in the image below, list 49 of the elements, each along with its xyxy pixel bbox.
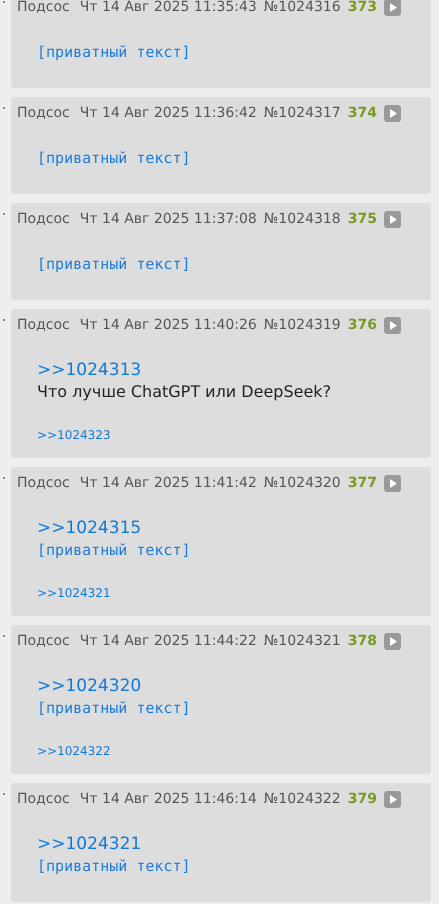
post-author: Подсос	[17, 474, 70, 492]
post-author: Подсос	[17, 210, 70, 228]
play-icon[interactable]	[384, 790, 401, 808]
play-icon[interactable]	[384, 474, 401, 492]
post-author: Подсос	[17, 0, 70, 16]
private-text: [приватный текст]	[37, 540, 191, 561]
post-number[interactable]: №1024319	[264, 314, 341, 336]
private-text: [приватный текст]	[37, 42, 191, 63]
private-text: [приватный текст]	[37, 698, 191, 719]
post-index: 376	[348, 316, 377, 334]
post-date: Чт 14 Авг 2025 11:44:22	[80, 632, 257, 650]
post-index: 375	[348, 210, 377, 228]
post-date: Чт 14 Авг 2025 11:35:43	[80, 0, 257, 16]
post-number[interactable]: №1024316	[264, 0, 341, 18]
reply-link[interactable]: >>1024313	[37, 359, 142, 381]
post-date: Чт 14 Авг 2025 11:40:26	[80, 316, 257, 334]
post-index: 378	[348, 632, 377, 650]
backlink[interactable]: >>1024322	[37, 743, 111, 759]
reply-link[interactable]: >>1024315	[37, 517, 142, 539]
play-icon[interactable]	[384, 316, 401, 334]
post-date: Чт 14 Авг 2025 11:46:14	[80, 790, 257, 808]
post-author: Подсос	[17, 790, 70, 808]
post-index: 377	[348, 474, 377, 492]
play-icon[interactable]	[384, 632, 401, 650]
post-date: Чт 14 Авг 2025 11:36:42	[80, 104, 257, 122]
private-text: [приватный текст]	[37, 856, 191, 877]
post-number[interactable]: №1024320	[264, 472, 341, 494]
post-index: 379	[348, 790, 377, 808]
private-text: [приватный текст]	[37, 148, 191, 169]
backlink[interactable]: >>1024323	[37, 427, 111, 443]
post-number[interactable]: №1024322	[264, 788, 341, 810]
play-icon[interactable]	[384, 0, 401, 16]
post-number[interactable]: №1024318	[264, 208, 341, 230]
post-date: Чт 14 Авг 2025 11:37:08	[80, 210, 257, 228]
reply-link[interactable]: >>1024320	[37, 675, 142, 697]
play-icon[interactable]	[384, 210, 401, 228]
post-index: 374	[348, 104, 377, 122]
backlink[interactable]: >>1024321	[37, 585, 111, 601]
private-text: [приватный текст]	[37, 254, 191, 275]
post-index: 373	[348, 0, 377, 16]
post-date: Чт 14 Авг 2025 11:41:42	[80, 474, 257, 492]
reply-link[interactable]: >>1024321	[37, 833, 142, 855]
post-number[interactable]: №1024317	[264, 102, 341, 124]
post-author: Подсос	[17, 632, 70, 650]
post-number[interactable]: №1024321	[264, 630, 341, 652]
post-author: Подсос	[17, 104, 70, 122]
post-author: Подсос	[17, 316, 70, 334]
post-text: Что лучше ChatGPT или DeepSeek?	[37, 381, 332, 403]
play-icon[interactable]	[384, 104, 401, 122]
